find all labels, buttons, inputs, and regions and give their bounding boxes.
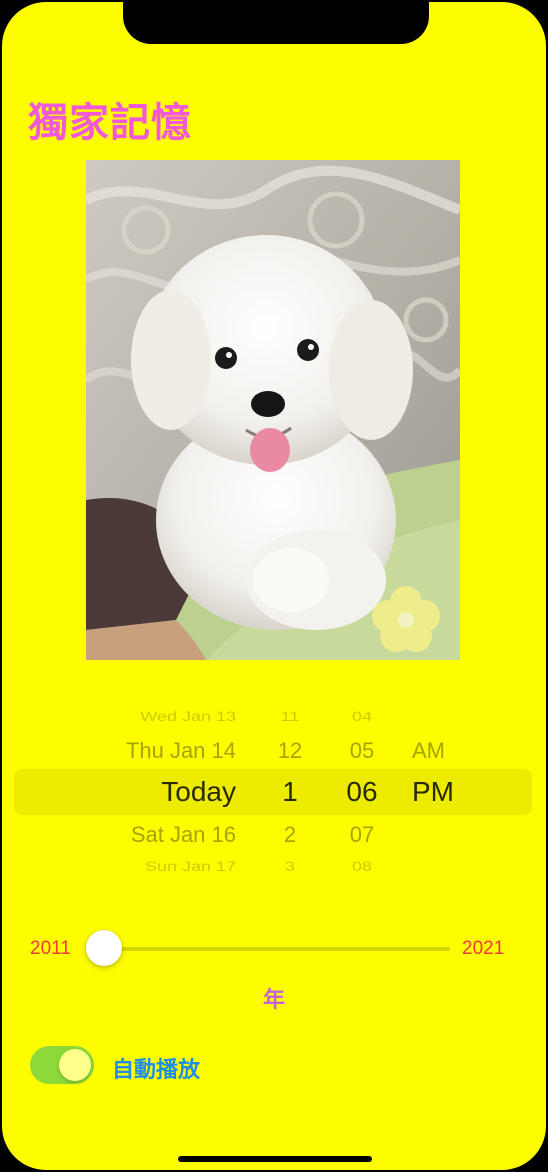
home-indicator[interactable]: [178, 1156, 372, 1162]
app-screen: 獨家記憶 Wed Jan 13 11 04 Thu Jan 14 12 05 A…: [2, 2, 546, 1170]
picker-date-selected[interactable]: Today: [161, 776, 236, 808]
autoplay-label: 自動播放: [112, 1058, 201, 1083]
slider-min-label: 2011: [30, 938, 71, 959]
picker-minute-option[interactable]: 08: [336, 858, 388, 874]
picker-minute-selected[interactable]: 06: [336, 776, 388, 808]
year-slider-thumb[interactable]: [86, 930, 122, 966]
picker-hour-selected[interactable]: 1: [272, 776, 308, 808]
picker-date-option[interactable]: Wed Jan 13: [140, 708, 236, 724]
picker-ampm-selected[interactable]: PM: [412, 776, 454, 808]
picker-minute-option[interactable]: 04: [336, 708, 388, 724]
slider-max-label: 2021: [462, 938, 505, 959]
picker-date-option[interactable]: Thu Jan 14: [126, 738, 236, 764]
picker-date-option[interactable]: Sat Jan 16: [131, 822, 236, 848]
picker-hour-option[interactable]: 11: [272, 708, 308, 724]
year-slider-track[interactable]: [104, 947, 450, 951]
picker-hour-option[interactable]: 3: [272, 858, 308, 874]
picker-minute-option[interactable]: 07: [336, 822, 388, 848]
dog-photo: [86, 160, 460, 660]
page-title: 獨家記憶: [28, 100, 192, 146]
dog-photo-image: [86, 160, 460, 660]
autoplay-toggle[interactable]: [30, 1046, 94, 1084]
picker-date-option[interactable]: Sun Jan 17: [145, 858, 236, 874]
slider-caption: 年: [262, 988, 285, 1013]
picker-ampm-option[interactable]: AM: [412, 738, 445, 764]
device-notch: [123, 2, 429, 44]
date-picker[interactable]: Wed Jan 13 11 04 Thu Jan 14 12 05 AM Tod…: [2, 702, 546, 882]
autoplay-toggle-knob: [59, 1049, 91, 1081]
picker-hour-option[interactable]: 2: [272, 822, 308, 848]
phone-frame: 獨家記憶 Wed Jan 13 11 04 Thu Jan 14 12 05 A…: [0, 0, 548, 1172]
picker-hour-option[interactable]: 12: [272, 738, 308, 764]
picker-minute-option[interactable]: 05: [336, 738, 388, 764]
